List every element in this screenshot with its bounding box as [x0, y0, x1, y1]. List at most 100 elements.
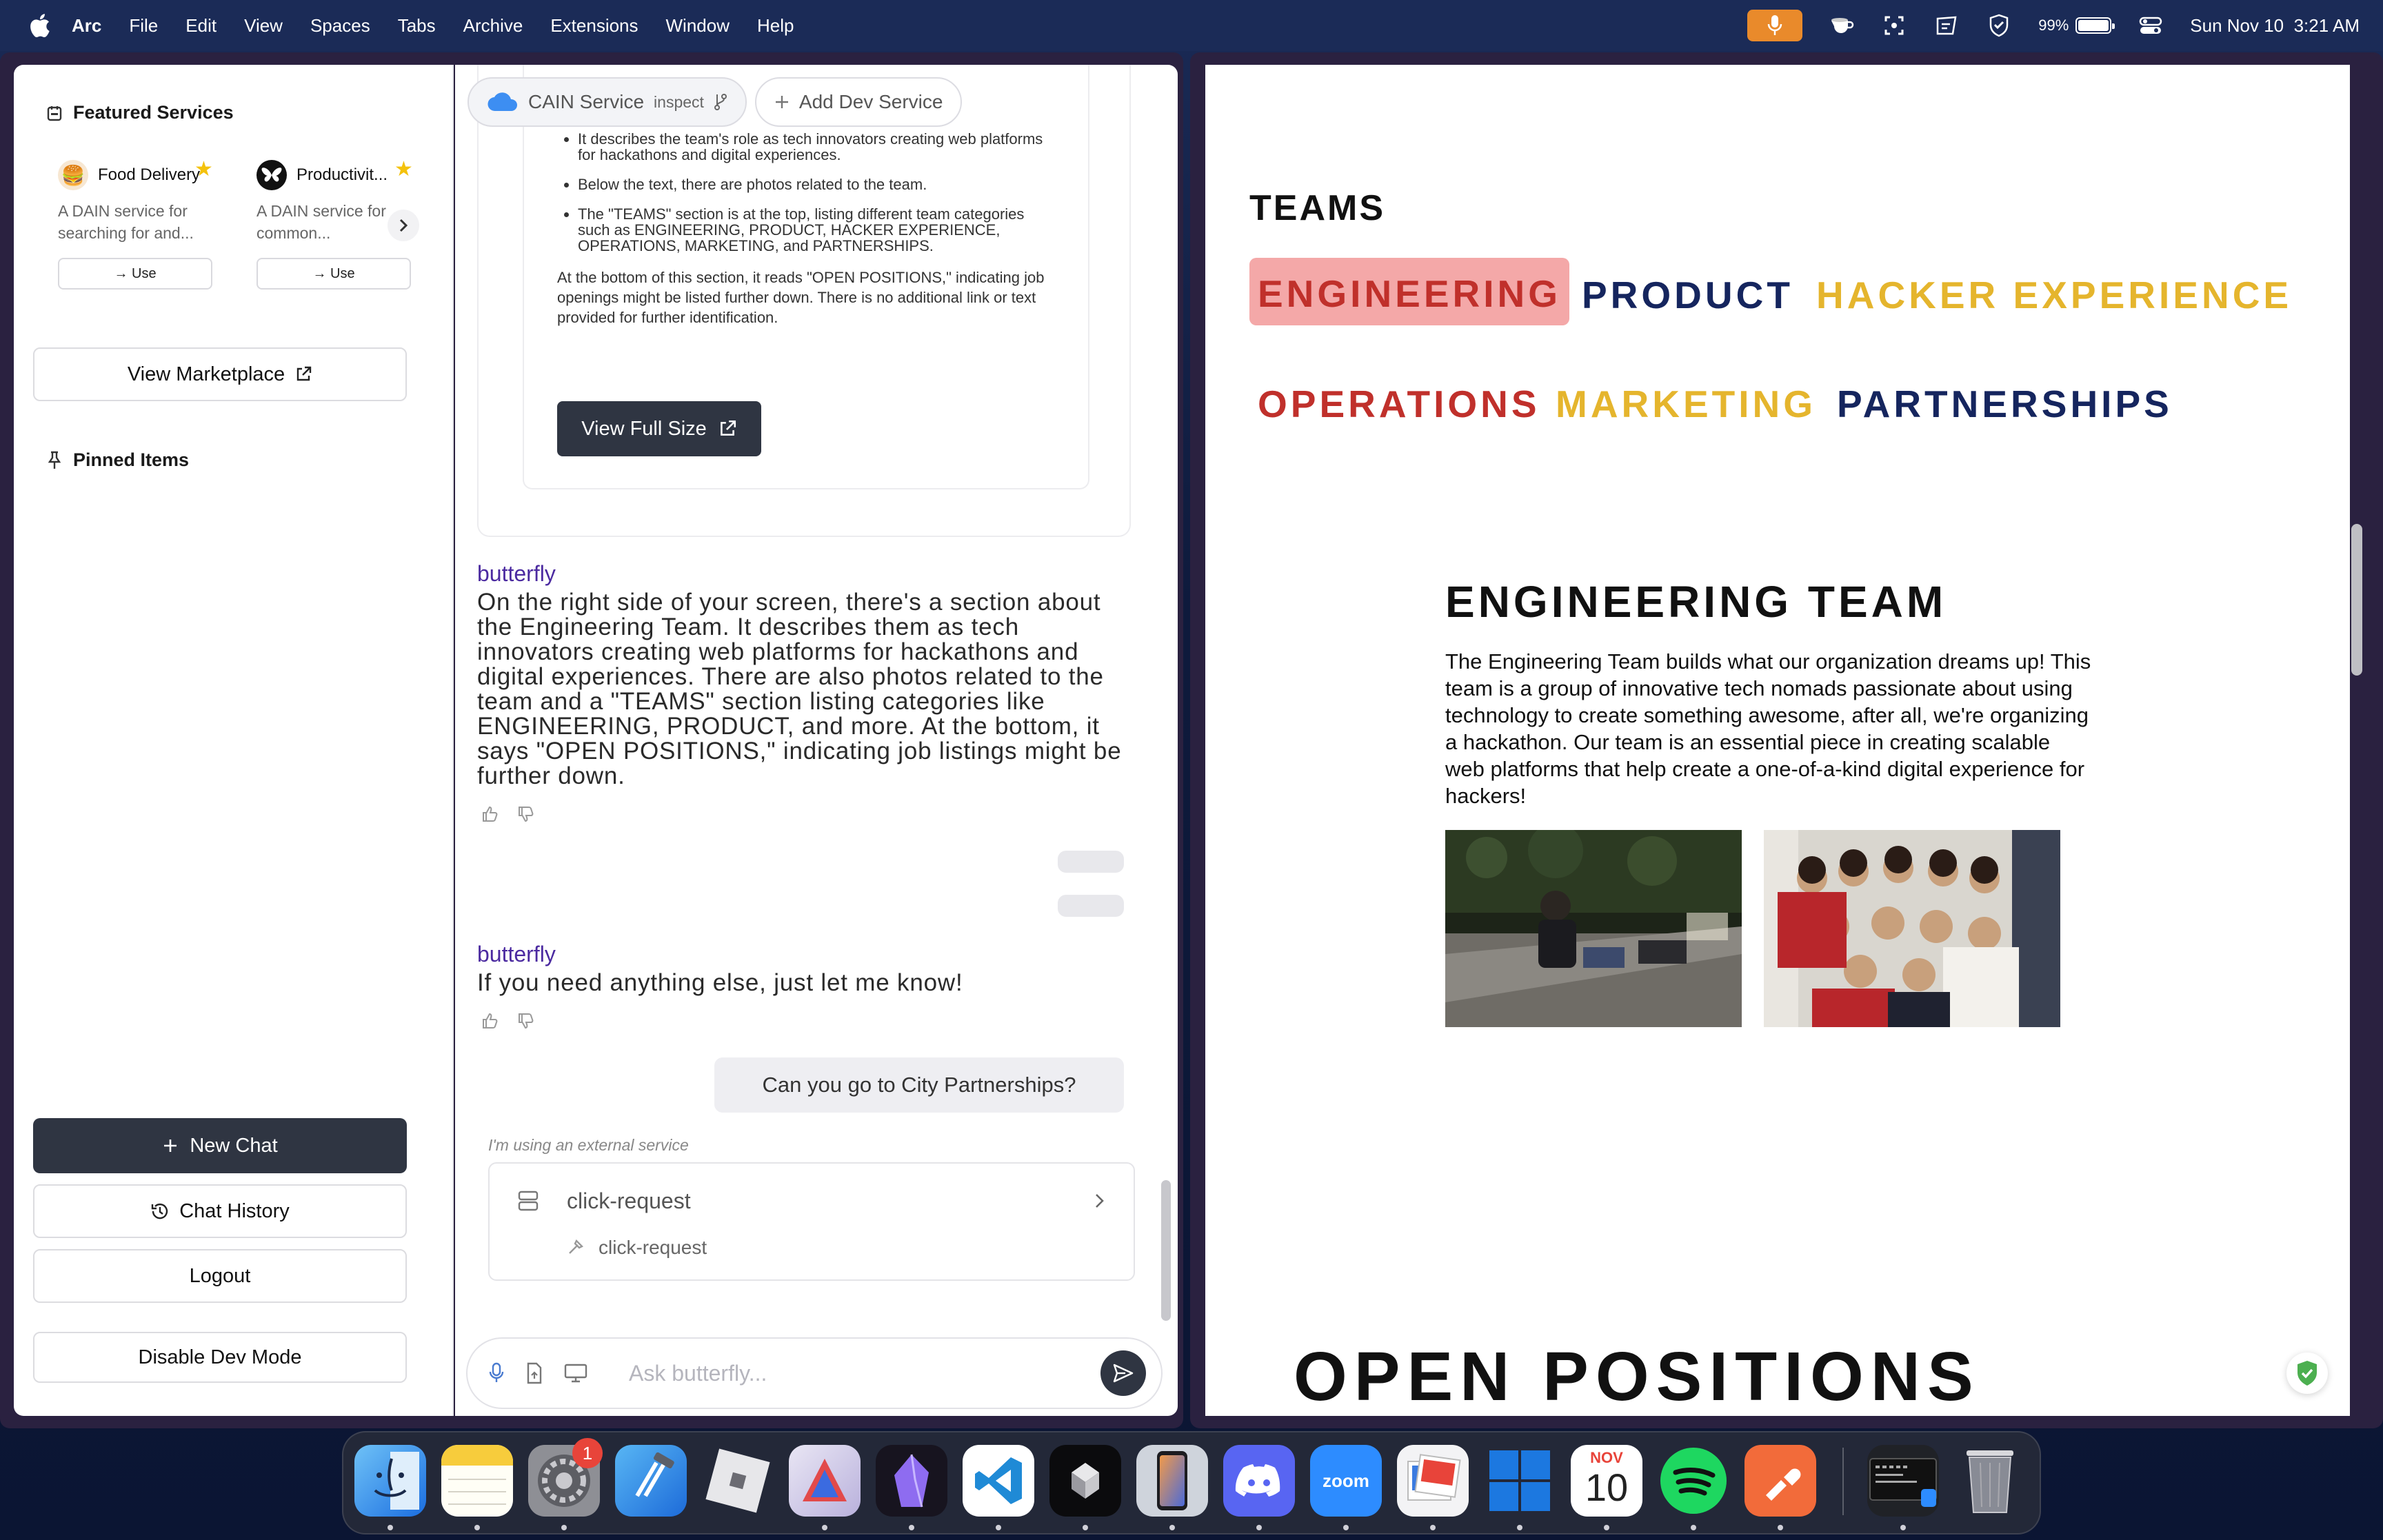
windows-app-icon[interactable]: [1484, 1445, 1556, 1517]
page-scrollbar[interactable]: [2351, 524, 2362, 676]
clock[interactable]: Sun Nov 10 3:21 AM: [2190, 15, 2360, 37]
service-tabs: CAIN Service inspect Add Dev Service: [467, 77, 963, 127]
user-message: Can you go to City Partnerships?: [714, 1057, 1124, 1113]
disable-dev-mode-button[interactable]: Disable Dev Mode: [33, 1332, 407, 1383]
security-shield-button[interactable]: [2286, 1352, 2328, 1394]
screen-icon[interactable]: [564, 1364, 587, 1383]
cain-service-tab[interactable]: CAIN Service inspect: [467, 77, 747, 127]
logout-button[interactable]: Logout: [33, 1249, 407, 1303]
send-button[interactable]: [1100, 1350, 1146, 1396]
file-upload-icon[interactable]: [525, 1362, 543, 1384]
calendar-icon: [47, 105, 62, 121]
external-link-icon: [720, 420, 736, 436]
preview-app-icon[interactable]: [1397, 1445, 1469, 1517]
thumbs-up-icon[interactable]: [481, 805, 499, 823]
microphone-icon[interactable]: [488, 1362, 505, 1384]
inspect-label[interactable]: inspect: [654, 93, 704, 112]
vscode-app-icon[interactable]: [963, 1445, 1034, 1517]
running-indicator: [1430, 1525, 1436, 1530]
view-marketplace-button[interactable]: View Marketplace: [33, 347, 407, 401]
menu-window[interactable]: Window: [666, 15, 730, 37]
notification-badge: 1: [572, 1438, 603, 1468]
affinity-app-icon[interactable]: [789, 1445, 861, 1517]
team-photo-group: [1764, 830, 2060, 1027]
notes-app-icon[interactable]: [441, 1445, 513, 1517]
shield-icon[interactable]: [1986, 12, 2012, 39]
menu-view[interactable]: View: [244, 15, 283, 37]
warp-app-icon[interactable]: [1049, 1445, 1121, 1517]
chat-history-label: Chat History: [179, 1199, 290, 1222]
focus-crosshair-icon[interactable]: [1881, 12, 1907, 39]
coffee-cup-icon[interactable]: [1829, 12, 1855, 39]
screen-share-icon[interactable]: [1933, 12, 1960, 39]
use-service-button[interactable]: → Use: [257, 258, 411, 290]
menu-edit[interactable]: Edit: [185, 15, 217, 37]
pinned-items-title: Pinned Items: [73, 449, 190, 470]
team-tab-engineering[interactable]: ENGINEERING: [1249, 258, 1570, 325]
thumbs-down-icon[interactable]: [517, 805, 535, 823]
featured-services-heading: Featured Services: [47, 102, 234, 123]
teams-heading: TEAMS: [1249, 188, 1385, 228]
service-name: Food Delivery: [98, 165, 201, 184]
roblox-app-icon[interactable]: [702, 1445, 774, 1517]
obsidian-app-icon[interactable]: [876, 1445, 947, 1517]
external-service-title: click-request: [567, 1188, 691, 1213]
thumbs-down-icon[interactable]: [517, 1012, 535, 1030]
chevron-right-icon[interactable]: [1094, 1193, 1105, 1209]
view-full-size-label: View Full Size: [581, 417, 707, 440]
calendar-app-icon[interactable]: NOV 10: [1571, 1445, 1642, 1517]
microphone-indicator[interactable]: [1747, 10, 1803, 41]
discord-app-icon[interactable]: [1223, 1445, 1295, 1517]
control-center-icon[interactable]: [2138, 12, 2164, 39]
new-chat-button[interactable]: New Chat: [33, 1118, 407, 1173]
trash-icon[interactable]: [1954, 1445, 2026, 1517]
running-indicator: [474, 1525, 480, 1530]
external-service-sub: click-request: [599, 1237, 707, 1258]
finder-app-icon[interactable]: [354, 1445, 426, 1517]
view-full-size-button[interactable]: View Full Size: [557, 401, 761, 456]
apple-icon[interactable]: [28, 12, 51, 39]
app-name-menu[interactable]: Arc: [72, 15, 101, 37]
chevron-right-icon: [399, 219, 408, 232]
team-tab-operations[interactable]: OPERATIONS: [1258, 382, 1540, 426]
burger-icon: 🍔: [58, 160, 88, 190]
menu-spaces[interactable]: Spaces: [310, 15, 370, 37]
team-tab-partnerships[interactable]: PARTNERSHIPS: [1837, 382, 2173, 426]
engineering-team-description: The Engineering Team builds what our org…: [1445, 649, 2091, 808]
zoom-label: zoom: [1323, 1470, 1369, 1491]
menu-file[interactable]: File: [129, 15, 158, 37]
loading-placeholder: [1058, 851, 1124, 873]
add-dev-service-button[interactable]: Add Dev Service: [754, 77, 963, 127]
thumbs-up-icon[interactable]: [481, 1012, 499, 1030]
new-chat-label: New Chat: [190, 1134, 278, 1157]
running-indicator: [1778, 1525, 1783, 1530]
simulator-app-icon[interactable]: [1136, 1445, 1208, 1517]
battery-status[interactable]: 99%: [2038, 17, 2115, 34]
team-photo-night: [1445, 830, 1742, 1027]
postman-app-icon[interactable]: [1744, 1445, 1816, 1517]
analysis-bullet: The "TEAMS" section is at the top, listi…: [578, 206, 1054, 254]
menu-help[interactable]: Help: [757, 15, 794, 37]
team-tab-hacker-experience[interactable]: HACKER EXPERIENCE: [1816, 273, 2292, 317]
running-indicator: [909, 1525, 914, 1530]
xcode-app-icon[interactable]: [615, 1445, 687, 1517]
terminal-window-thumbnail[interactable]: [1867, 1445, 1939, 1517]
use-service-button[interactable]: → Use: [58, 258, 212, 290]
cloud-icon: [487, 92, 518, 112]
chat-scrollbar[interactable]: [1161, 1180, 1171, 1321]
menu-tabs[interactable]: Tabs: [398, 15, 436, 37]
menu-bar: Arc File Edit View Spaces Tabs Archive E…: [0, 0, 2383, 51]
spotify-app-icon[interactable]: [1658, 1445, 1729, 1517]
menu-archive[interactable]: Archive: [463, 15, 523, 37]
team-tab-marketing[interactable]: MARKETING: [1556, 382, 1816, 426]
carousel-next-button[interactable]: [388, 210, 419, 241]
team-tab-product[interactable]: PRODUCT: [1582, 273, 1793, 317]
zoom-app-icon[interactable]: zoom: [1310, 1445, 1382, 1517]
service-card-food-delivery[interactable]: 🍔 Food Delivery ★ A DAIN service for sea…: [58, 157, 230, 290]
loading-placeholder: [1058, 895, 1124, 917]
menu-extensions[interactable]: Extensions: [550, 15, 638, 37]
external-service-card[interactable]: click-request click-request: [488, 1162, 1135, 1281]
hammer-icon: [569, 1239, 584, 1254]
chat-input[interactable]: [629, 1360, 1080, 1386]
chat-history-button[interactable]: Chat History: [33, 1184, 407, 1238]
